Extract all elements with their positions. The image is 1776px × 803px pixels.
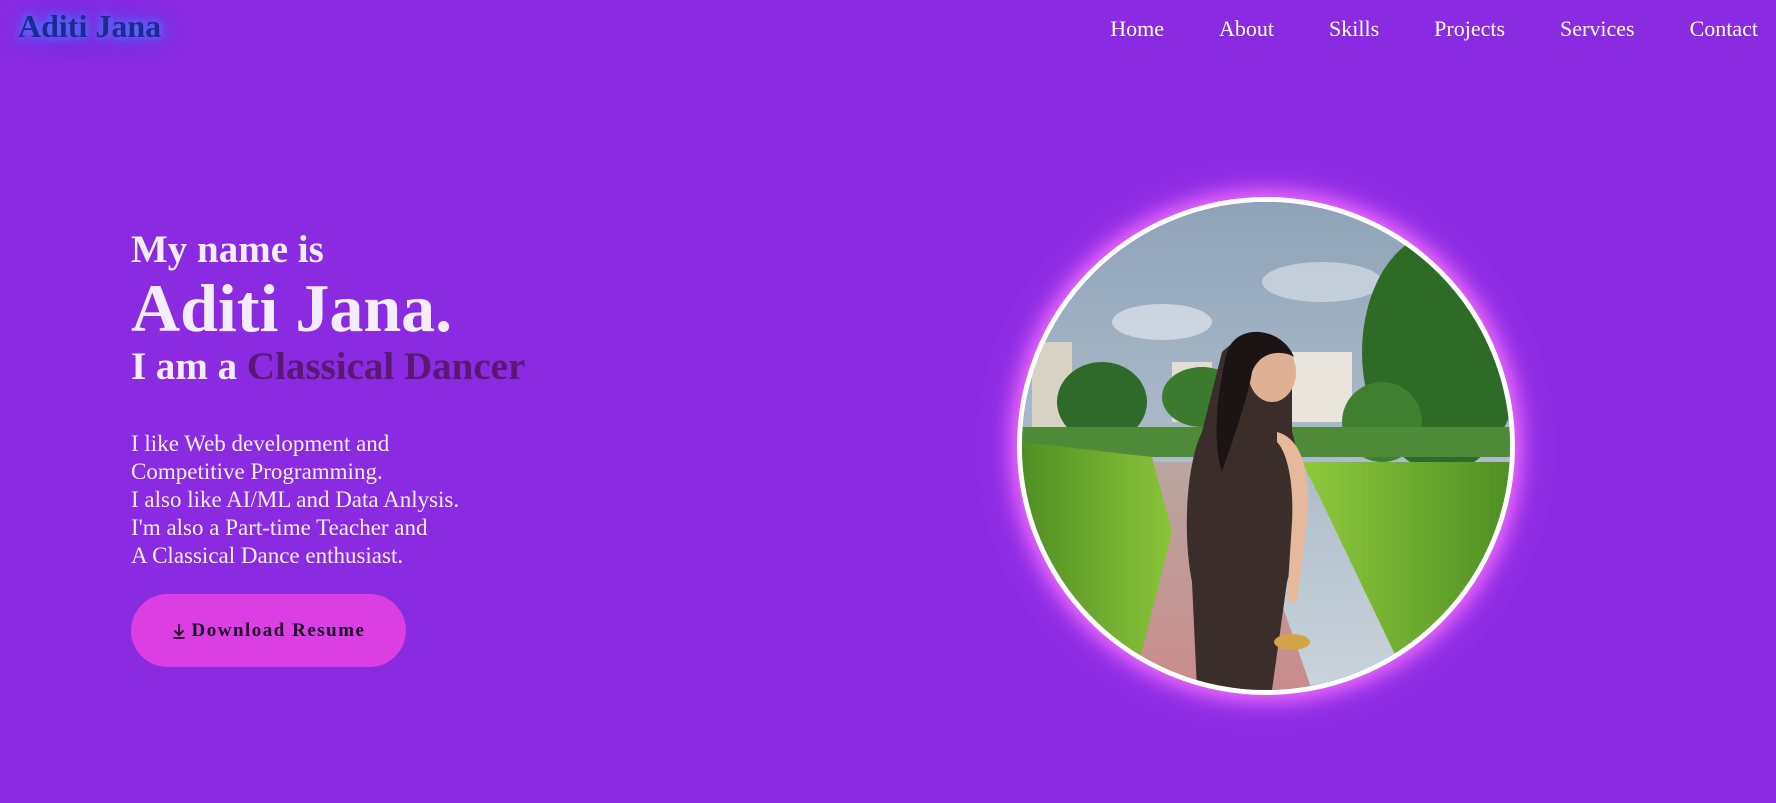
site-logo[interactable]: Aditi Jana [18,8,161,45]
nav-link-skills[interactable]: Skills [1329,16,1379,42]
bio-line: I'm also a Part-time Teacher and [131,515,428,540]
hero-bio: I like Web development and Competitive P… [131,430,731,570]
bio-line: A Classical Dance enthusiast. [131,543,404,568]
nav-link-services[interactable]: Services [1560,16,1635,42]
nav-link-home[interactable]: Home [1110,16,1164,42]
download-resume-button[interactable]: Download Resume [131,594,406,667]
navbar: Aditi Jana Home About Skills Projects Se… [0,0,1776,60]
hero-greeting: My name is [131,228,324,271]
nav-link-about[interactable]: About [1219,16,1274,42]
hero-intro: My name is Aditi Jana. I am a Classical … [131,228,731,570]
profile-photo-frame [1017,197,1515,695]
hero-role: Classical Dancer [246,345,526,388]
download-resume-label: Download Resume [191,619,366,641]
hero-role-line: I am a Classical Dancer [131,344,731,390]
hero-role-prefix: I am a [131,345,238,388]
nav-links: Home About Skills Projects Services Cont… [1110,16,1758,42]
hero-name: Aditi Jana. [131,270,453,346]
bio-line: Competitive Programming. [131,459,383,484]
profile-photo [1022,202,1510,690]
nav-link-contact[interactable]: Contact [1690,16,1758,42]
download-arrow-icon [172,622,186,640]
bio-line: I also like AI/ML and Data Anlysis. [131,487,460,512]
nav-link-projects[interactable]: Projects [1434,16,1505,42]
bio-line: I like Web development and [131,431,390,456]
